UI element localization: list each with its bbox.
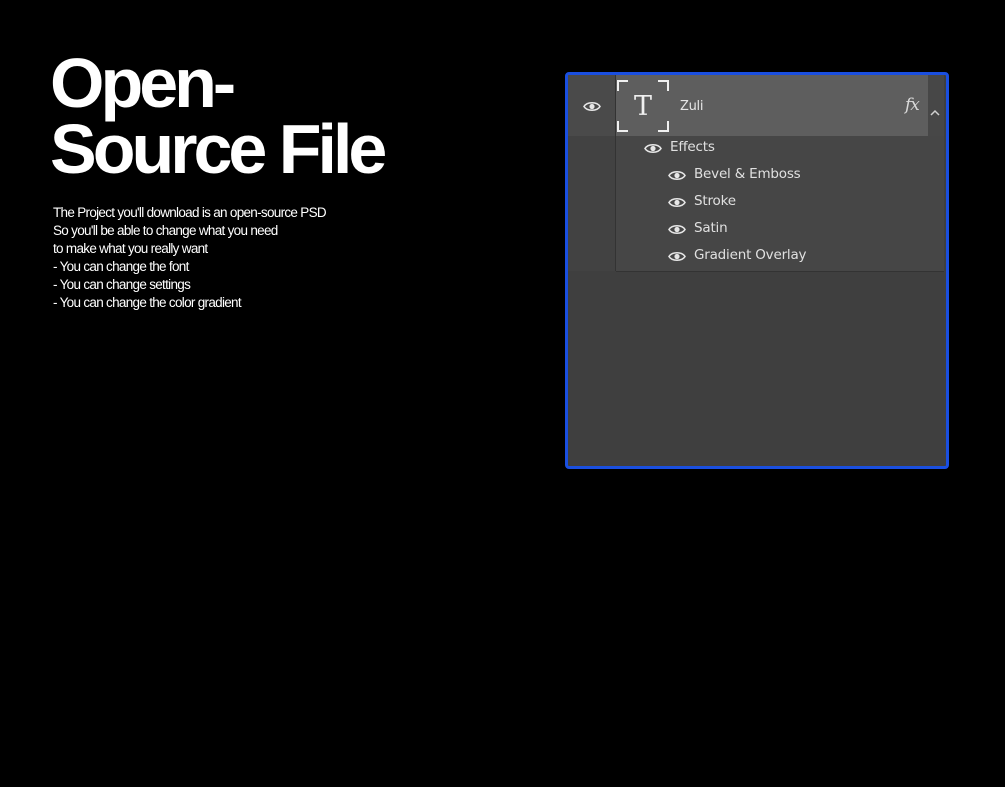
headline-line-2: Source File <box>50 110 387 188</box>
description: The Project you'll download is an open-s… <box>53 204 327 312</box>
description-line: - You can change settings <box>53 277 191 292</box>
eye-icon[interactable] <box>668 251 686 262</box>
effect-item-bevel-emboss[interactable]: Bevel & Emboss <box>694 166 801 182</box>
effect-item-satin[interactable]: Satin <box>694 220 728 236</box>
layer-name[interactable]: Zuli <box>680 99 703 114</box>
eye-icon[interactable] <box>668 224 686 235</box>
page-headline: Open- Source File <box>50 44 387 188</box>
chevron-up-icon[interactable] <box>930 103 940 116</box>
effect-item-stroke[interactable]: Stroke <box>694 193 736 209</box>
description-line: The Project you'll download is an open-s… <box>53 205 327 220</box>
description-line: - You can change the font <box>53 259 189 274</box>
svg-text:T: T <box>634 91 652 122</box>
description-line: - You can change the color gradient <box>53 295 242 310</box>
effect-item-gradient-overlay[interactable]: Gradient Overlay <box>694 247 807 263</box>
description-line: to make what you really want <box>53 241 208 256</box>
effects-label[interactable]: Effects <box>670 139 715 155</box>
eye-icon[interactable] <box>583 101 601 112</box>
headline-line-1: Open- <box>50 44 236 122</box>
layers-panel: T Zuli fx Effects Bevel & Emboss Stroke … <box>565 72 949 469</box>
eye-icon[interactable] <box>668 197 686 208</box>
fx-icon[interactable]: fx <box>905 95 920 115</box>
eye-icon[interactable] <box>668 170 686 181</box>
description-line: So you'll be able to change what you nee… <box>53 223 278 238</box>
eye-icon[interactable] <box>644 143 662 154</box>
text-layer-icon[interactable]: T <box>616 79 670 133</box>
layer-row-zuli[interactable]: T Zuli fx <box>568 75 944 136</box>
